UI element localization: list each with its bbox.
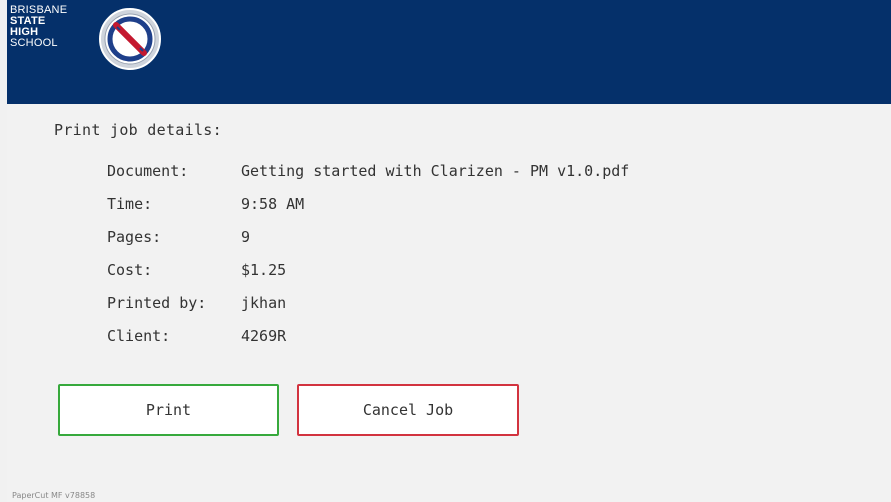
section-title: Print job details:: [54, 121, 222, 139]
printed-by-label: Printed by:: [107, 294, 207, 312]
cancel-job-button[interactable]: Cancel Job: [297, 384, 519, 436]
document-value: Getting started with Clarizen - PM v1.0.…: [241, 162, 630, 180]
version-footer: PaperCut MF v78858: [12, 491, 96, 500]
job-details-panel: Print job details: Document: Getting sta…: [7, 104, 891, 502]
client-value: 4269R: [241, 327, 287, 345]
school-crest-icon: [99, 8, 161, 70]
document-label: Document:: [107, 162, 189, 180]
cost-value: $1.25: [241, 261, 287, 279]
school-logo-text: BRISBANE STATE HIGH SCHOOL: [10, 5, 67, 49]
logo-line-4: SCHOOL: [10, 37, 58, 49]
printed-by-value: jkhan: [241, 294, 287, 312]
client-label: Client:: [107, 327, 171, 345]
pages-label: Pages:: [107, 228, 162, 246]
cost-label: Cost:: [107, 261, 153, 279]
time-value: 9:58 AM: [241, 195, 305, 213]
print-button[interactable]: Print: [58, 384, 279, 436]
pages-value: 9: [241, 228, 251, 246]
header-bar: BRISBANE STATE HIGH SCHOOL: [7, 0, 891, 104]
time-label: Time:: [107, 195, 153, 213]
